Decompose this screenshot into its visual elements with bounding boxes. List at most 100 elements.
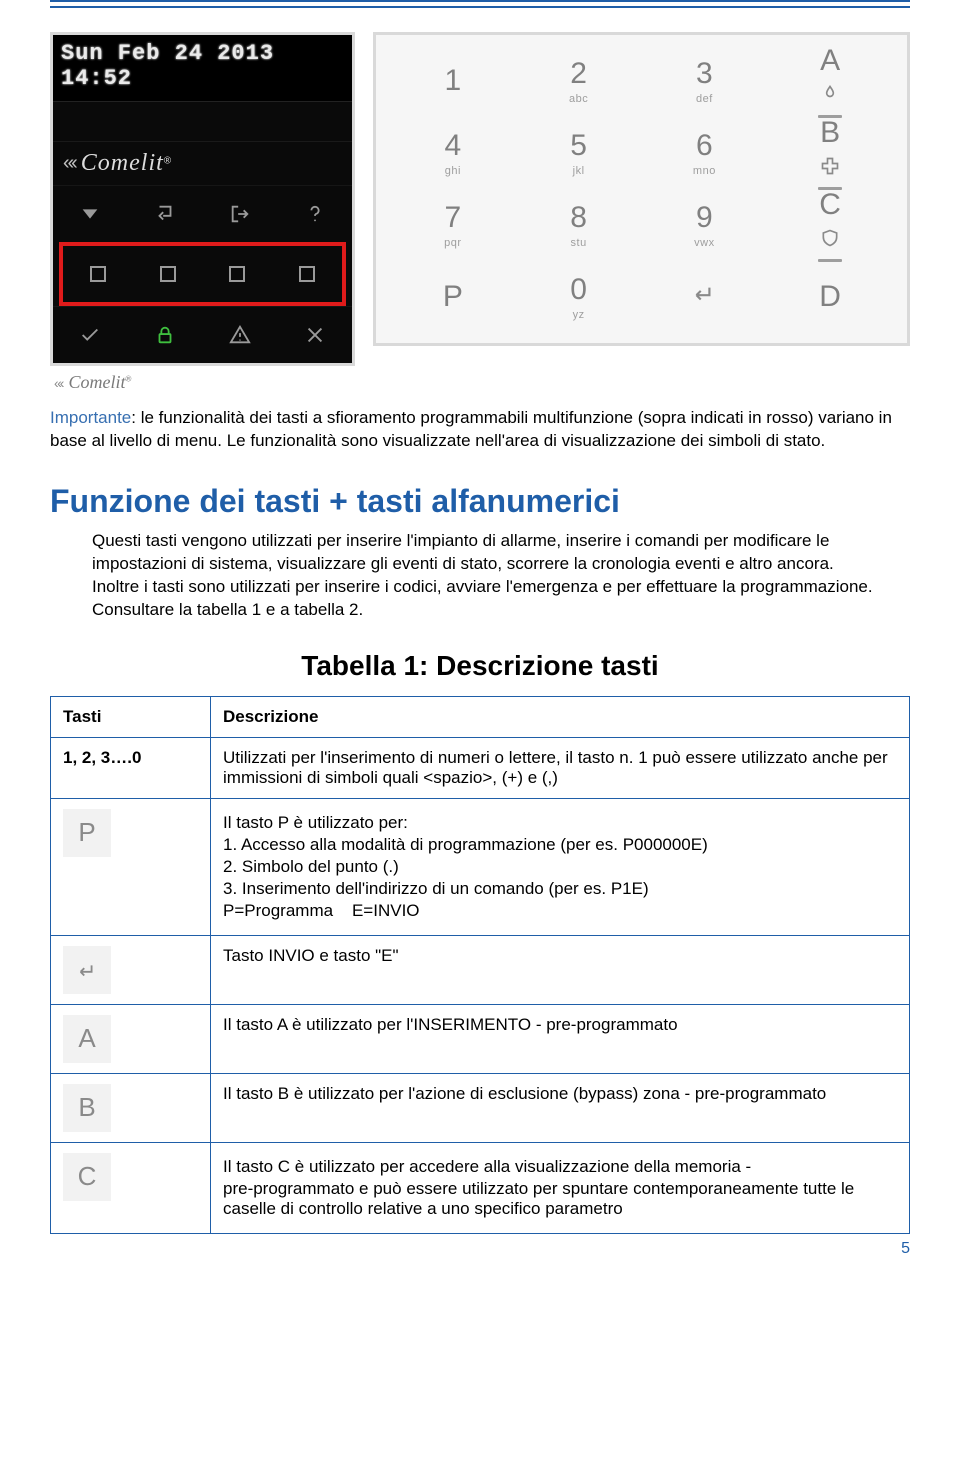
keypad-key-label: D	[819, 280, 841, 314]
keypad-key-sublabel: jkl	[573, 165, 585, 177]
enter-icon[interactable]	[128, 186, 203, 242]
desc-line: 3. Inserimento dell'indirizzo di un coma…	[223, 879, 897, 899]
keys-table: Tasti Descrizione 1, 2, 3….0 Utilizzati p…	[50, 696, 910, 1234]
figure-row: Sun Feb 24 2013 14:52 «‹ Comelit®	[50, 32, 910, 395]
keypad-key-2[interactable]: 2 abc	[516, 45, 642, 117]
keypad-key-0[interactable]: 0 yz	[516, 261, 642, 333]
desc-line: Il tasto C è utilizzato per accedere all…	[223, 1157, 897, 1177]
prog-key-2[interactable]	[133, 246, 203, 302]
lcd-status-row	[53, 306, 352, 363]
keypad-key-sublabel: mno	[693, 165, 716, 177]
table-row: A Il tasto A è utilizzato per l'INSERIMEN…	[51, 1004, 910, 1073]
keypad-key-label: 2	[570, 57, 587, 91]
table-header-desc: Descrizione	[211, 696, 910, 737]
table-desc-cell: Il tasto C è utilizzato per accedere all…	[211, 1142, 910, 1233]
table-header-key: Tasti	[51, 696, 211, 737]
keypad-key-C[interactable]: C	[767, 189, 893, 261]
body-line: Questi tasti vengono utilizzati per inse…	[92, 530, 910, 576]
table-key-cell: P	[51, 798, 211, 935]
close-icon[interactable]	[277, 307, 352, 363]
table-desc-cell: Il tasto A è utilizzato per l'INSERIMENT…	[211, 1004, 910, 1073]
programmable-keys-row	[59, 242, 346, 306]
prog-key-1[interactable]	[63, 246, 133, 302]
fire-icon	[820, 84, 840, 109]
prog-key-4[interactable]	[272, 246, 342, 302]
check-icon[interactable]	[53, 307, 128, 363]
keypad: 1 2 abc 3 def A 4ghi 5 jkl 6 mno B 7 pqr 8 stu 9vwx C P 0 yz…	[373, 32, 910, 346]
keypad-key-label: 6	[696, 129, 713, 163]
brand-small-logo-icon: «‹	[54, 375, 62, 391]
desc-line: 2. Simbolo del punto (.)	[223, 857, 897, 877]
brand-small-text: Comelit	[68, 372, 125, 392]
exit-icon[interactable]	[203, 186, 278, 242]
table-row: Tasto INVIO e tasto "E"	[51, 935, 910, 1004]
warning-icon[interactable]	[203, 307, 278, 363]
keycap-A: A	[63, 1015, 111, 1063]
lcd-nav-row	[53, 185, 352, 242]
desc-line: pre-programmato e può essere utilizzato …	[223, 1179, 897, 1219]
keypad-key-A[interactable]: A	[767, 45, 893, 117]
keypad-key-label: 5	[570, 129, 587, 163]
table-desc-cell: Tasto INVIO e tasto "E"	[211, 935, 910, 1004]
keypad-key-sublabel: stu	[571, 237, 587, 249]
keycap-P: P	[63, 809, 111, 857]
keypad-key-enter[interactable]	[642, 261, 768, 333]
lcd-brand: «‹ Comelit®	[53, 142, 352, 185]
section-heading: Funzione dei tasti + tasti alfanumerici	[50, 483, 910, 520]
keypad-key-3[interactable]: 3 def	[642, 45, 768, 117]
keypad-key-label: 7	[445, 201, 462, 235]
table-desc-cell: Il tasto B è utilizzato per l'azione di …	[211, 1073, 910, 1142]
lock-icon[interactable]	[128, 307, 203, 363]
keycap-B: B	[63, 1084, 111, 1132]
keypad-key-B[interactable]: B	[767, 117, 893, 189]
help-icon[interactable]	[277, 186, 352, 242]
table-key-cell: 1, 2, 3….0	[51, 737, 211, 798]
brand-small-reg-icon: ®	[125, 375, 131, 384]
table-desc-cell: Il tasto P è utilizzato per:1. Accesso a…	[211, 798, 910, 935]
important-text: : le funzionalità dei tasti a sfiorament…	[50, 408, 892, 450]
keypad-key-8[interactable]: 8 stu	[516, 189, 642, 261]
table-row: C Il tasto C è utilizzato per accedere al…	[51, 1142, 910, 1233]
lcd-datetime: Sun Feb 24 2013 14:52	[61, 41, 274, 91]
body-line: Inoltre i tasti sono utilizzati per inse…	[92, 576, 910, 622]
keypad-key-sublabel: abc	[569, 93, 588, 105]
desc-line: Il tasto P è utilizzato per:	[223, 813, 897, 833]
down-caret-icon[interactable]	[53, 186, 128, 242]
keypad-key-7[interactable]: 7 pqr	[390, 189, 516, 261]
table-key-cell: C	[51, 1142, 211, 1233]
keypad-key-1[interactable]: 1	[390, 45, 516, 117]
shield-icon	[820, 228, 840, 253]
lcd-time-bar: Sun Feb 24 2013 14:52	[53, 35, 352, 102]
keypad-key-P[interactable]: P	[390, 261, 516, 333]
lcd-blank-area	[53, 102, 352, 142]
keypad-key-label: P	[443, 280, 463, 314]
table-desc-cell: Utilizzati per l'inserimento di numeri o…	[211, 737, 910, 798]
table-row: 1, 2, 3….0 Utilizzati per l'inserimento d…	[51, 737, 910, 798]
lcd-panel: Sun Feb 24 2013 14:52 «‹ Comelit®	[50, 32, 355, 395]
keypad-key-9[interactable]: 9vwx	[642, 189, 768, 261]
keypad-key-label: 0	[570, 273, 587, 307]
keypad-key-sublabel: pqr	[444, 237, 461, 249]
page-number: 5	[50, 1240, 910, 1258]
keypad-key-sublabel: yz	[573, 309, 585, 321]
keypad-key-label: 8	[570, 201, 587, 235]
keycap-enter-icon	[63, 946, 111, 994]
keypad-key-label: 4	[445, 129, 462, 163]
medical-icon	[820, 156, 840, 181]
keypad-key-sublabel: vwx	[694, 237, 714, 249]
keycap-C: C	[63, 1153, 111, 1201]
keypad-key-label: 3	[696, 57, 713, 91]
keypad-key-sublabel: def	[696, 93, 713, 105]
keypad-key-label: C	[819, 188, 841, 222]
table-row: B Il tasto B è utilizzato per l'azione di…	[51, 1073, 910, 1142]
keypad-key-label	[691, 280, 717, 314]
keypad-key-D[interactable]: D	[767, 261, 893, 333]
brand-registered-icon: ®	[164, 156, 171, 167]
brand-text: Comelit	[81, 150, 164, 176]
keypad-key-4[interactable]: 4ghi	[390, 117, 516, 189]
key-label-text: 1, 2, 3….0	[63, 748, 141, 767]
keypad-key-5[interactable]: 5 jkl	[516, 117, 642, 189]
keypad-key-6[interactable]: 6 mno	[642, 117, 768, 189]
prog-key-3[interactable]	[203, 246, 273, 302]
brand-logo-icon: «‹	[63, 152, 75, 175]
